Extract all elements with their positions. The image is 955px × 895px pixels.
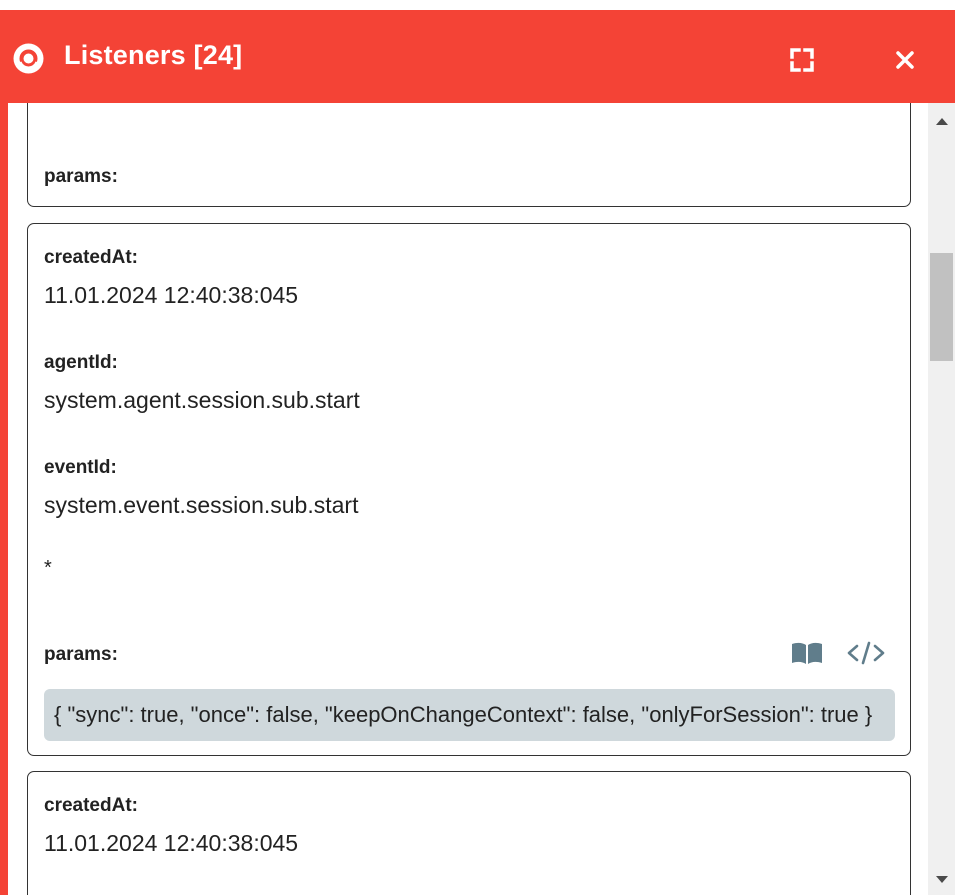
book-icon[interactable] xyxy=(790,640,824,666)
listener-list[interactable]: params: createdAt: 11.01.2024 12:40:38:0… xyxy=(8,103,926,895)
created-at-value: 11.01.2024 12:40:38:045 xyxy=(44,282,299,308)
event-id-label: eventId: xyxy=(44,457,117,478)
scroll-up-arrow-icon[interactable] xyxy=(936,118,948,125)
event-id-value: system.event.session.sub.start xyxy=(44,492,359,518)
top-strip xyxy=(0,0,955,10)
vertical-scrollbar[interactable] xyxy=(928,103,955,895)
fullscreen-icon[interactable] xyxy=(785,43,819,77)
params-value: { "sync": true, "once": false, "keepOnCh… xyxy=(44,689,895,741)
created-at-label: createdAt: xyxy=(44,247,138,268)
listener-card: createdAt: 11.01.2024 12:40:38:045 xyxy=(27,771,911,895)
listener-card: createdAt: 11.01.2024 12:40:38:045 agent… xyxy=(27,223,911,756)
params-label: params: xyxy=(44,166,118,187)
close-icon[interactable] xyxy=(888,43,922,77)
agent-id-label: agentId: xyxy=(44,352,118,373)
panel-title: Listeners [24] xyxy=(64,40,243,70)
wildcard-marker: * xyxy=(44,557,52,579)
created-at-label: createdAt: xyxy=(44,795,138,816)
eye-icon xyxy=(13,43,44,74)
scroll-down-arrow-icon[interactable] xyxy=(936,876,948,883)
agent-id-value: system.agent.session.sub.start xyxy=(44,387,360,413)
scrollbar-thumb[interactable] xyxy=(930,253,953,361)
code-icon[interactable] xyxy=(846,640,886,666)
listener-card: params: xyxy=(27,103,911,207)
panel-header: Listeners [24] xyxy=(0,10,955,103)
created-at-value: 11.01.2024 12:40:38:045 xyxy=(44,830,299,856)
params-label: params: xyxy=(44,644,118,665)
